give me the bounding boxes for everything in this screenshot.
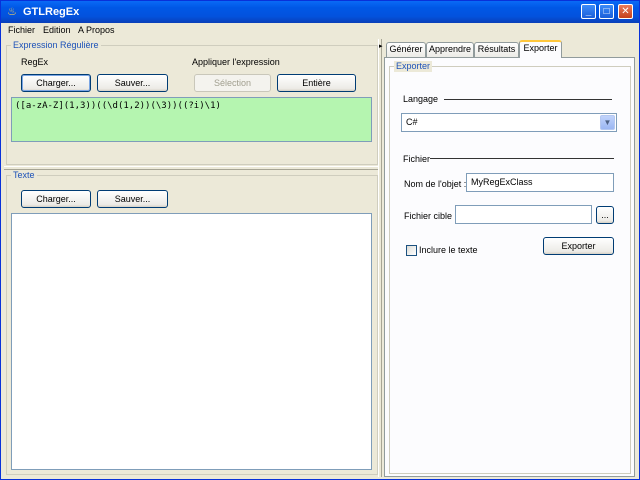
text-load-button[interactable]: Charger... [21,190,91,208]
object-name-field[interactable]: MyRegExClass [466,173,614,192]
object-name-label: Nom de l'objet : [404,179,467,189]
apply-entire-button[interactable]: Entière [277,74,356,92]
text-input[interactable] [11,213,372,470]
vertical-splitter[interactable] [378,39,382,477]
apply-selection-button[interactable]: Sélection [194,74,271,92]
language-select-value: C# [406,117,418,127]
regex-load-button[interactable]: Charger... [21,74,91,92]
browse-button[interactable]: ... [596,206,614,224]
file-divider [430,158,614,159]
language-select[interactable]: C# ▼ [401,113,617,132]
text-save-button[interactable]: Sauver... [97,190,168,208]
language-divider [444,99,612,100]
menu-fichier[interactable]: Fichier [8,24,35,36]
text-group-title: Texte [11,170,37,181]
target-file-label: Fichier cible : [404,211,458,221]
maximize-button[interactable]: □ [599,4,614,19]
tab-apprendre[interactable]: Apprendre [426,42,474,57]
menu-bar: Fichier Edition A Propos [1,23,639,37]
file-section-label: Fichier [403,154,431,164]
window-title: GTLRegEx [23,6,80,18]
regex-label: RegEx [21,57,49,67]
regex-expression-text: ([a-zA-Z](1,3))((\d(1,2))(\3))((?i)\1) [15,101,221,111]
tab-resultats[interactable]: Résultats [474,42,519,57]
java-cup-icon: ♨ [7,6,17,18]
tab-generer[interactable]: Générer [386,42,426,57]
export-group-title: Exporter [394,61,433,72]
regex-group-title: Expression Régulière [11,40,101,51]
chevron-down-icon[interactable]: ▼ [600,115,615,130]
minimize-button[interactable]: _ [581,4,596,19]
regex-save-button[interactable]: Sauver... [97,74,168,92]
menu-a-propos[interactable]: A Propos [78,24,115,36]
target-file-field[interactable] [455,205,592,224]
title-bar[interactable]: ♨ GTLRegEx _ □ ✕ [1,1,639,23]
include-text-label: Inclure le texte [419,245,478,255]
language-label: Langage [403,94,439,104]
tab-exporter[interactable]: Exporter [519,40,562,58]
export-button[interactable]: Exporter [543,237,614,255]
app-window: ♨ GTLRegEx _ □ ✕ Fichier Edition A Propo… [0,0,640,480]
horizontal-splitter[interactable] [4,166,378,170]
include-text-checkbox[interactable] [406,245,417,256]
export-tab-panel: Exporter Langage C# ▼ Fichier Nom de l'o… [384,57,635,477]
splitter-arrow-icon[interactable]: ▸ [379,43,383,51]
apply-expression-label: Appliquer l'expression [192,57,280,67]
close-button[interactable]: ✕ [618,4,633,19]
menu-edition[interactable]: Edition [43,24,71,36]
regex-input[interactable]: ([a-zA-Z](1,3))((\d(1,2))(\3))((?i)\1) [11,97,372,142]
